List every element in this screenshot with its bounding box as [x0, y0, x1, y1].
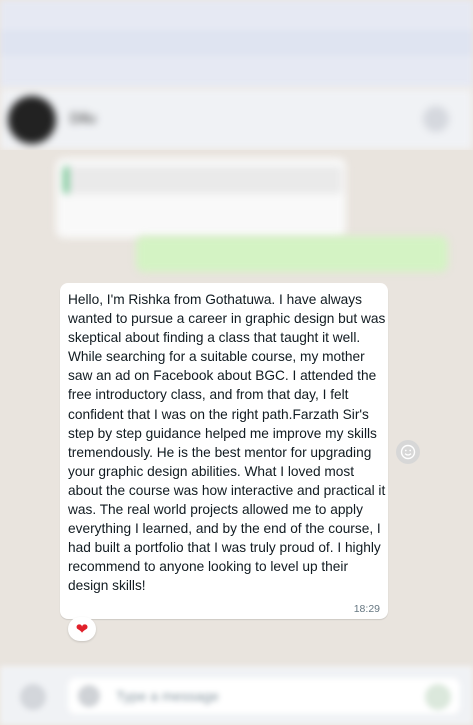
message-input[interactable]: Type a message	[68, 678, 460, 714]
message-time: 18:29	[353, 603, 380, 615]
top-bar	[0, 0, 473, 88]
incoming-message-bubble[interactable]: Hello, I'm Rishka from Gothatuwa. I have…	[60, 283, 388, 619]
message-input-placeholder: Type a message	[116, 688, 219, 704]
heart-icon: ❤	[75, 621, 89, 638]
quoted-message	[64, 166, 342, 194]
heart-reaction[interactable]: ❤	[68, 617, 96, 641]
composer-bar: Type a message	[0, 666, 473, 725]
mic-icon[interactable]	[425, 684, 451, 710]
react-emoji-button[interactable]	[396, 440, 420, 464]
contact-name[interactable]: Dilu	[70, 110, 96, 127]
search-icon[interactable]	[423, 106, 449, 132]
avatar[interactable]	[8, 96, 56, 144]
chat-header: Dilu	[0, 88, 473, 150]
emoji-icon[interactable]	[78, 685, 100, 707]
outgoing-message-blurred	[136, 236, 448, 272]
incoming-message-blurred	[56, 158, 346, 238]
smiley-icon	[400, 444, 416, 460]
attach-icon[interactable]	[20, 684, 46, 710]
message-text: Hello, I'm Rishka from Gothatuwa. I have…	[68, 292, 386, 594]
